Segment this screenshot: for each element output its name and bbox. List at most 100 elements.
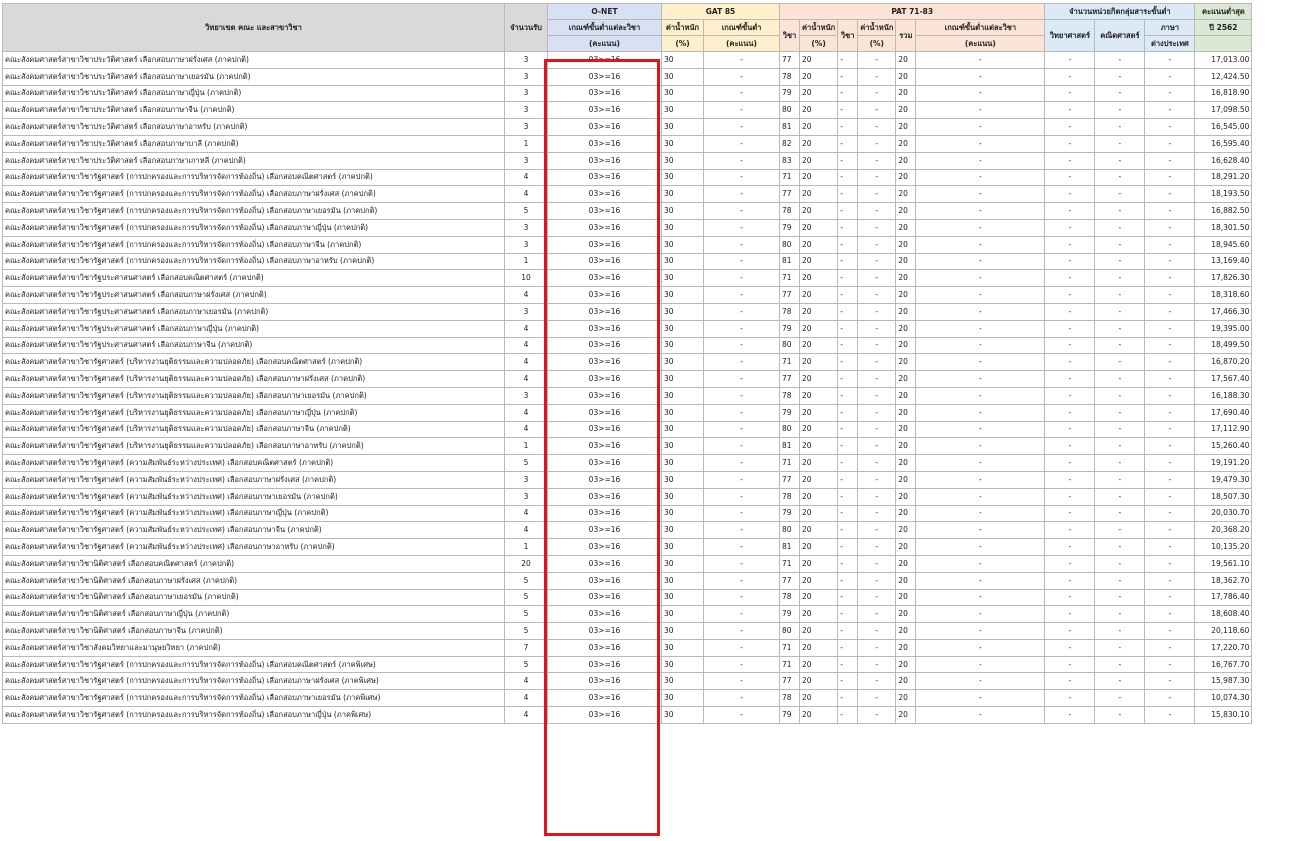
table-row: คณะสังคมศาสตร์สาขาวิชารัฐประศาสนศาสตร์ เ… <box>2 302 1253 321</box>
pat-subject-1-cell: 83 <box>779 151 800 170</box>
math-credits-cell: - <box>1094 689 1146 708</box>
pat-weight-2-cell: - <box>857 487 897 506</box>
foreign-lang-credits-cell: - <box>1144 370 1196 388</box>
pat-subject-1-cell: 82 <box>779 134 800 153</box>
gat-weight-cell: 30 <box>661 319 704 338</box>
pat-weight-1-cell: 20 <box>798 235 839 254</box>
foreign-lang-credits-cell: - <box>1144 252 1196 271</box>
pat-min-cell: - <box>915 218 1046 237</box>
header-pat: PAT 71-83 <box>778 3 1046 20</box>
onet-min-cell: 03>=16 <box>547 655 662 674</box>
science-credits-cell: - <box>1044 504 1096 523</box>
math-credits-cell: - <box>1094 67 1146 86</box>
gat-weight-cell: 30 <box>661 353 704 372</box>
pat-weight-1-cell: 20 <box>798 622 839 640</box>
science-credits-cell: - <box>1044 168 1096 187</box>
pat-weight-2-cell: - <box>857 101 897 120</box>
pat-subject-2-cell: - <box>837 420 859 439</box>
quota-cell: 4 <box>504 370 548 388</box>
foreign-lang-credits-cell: - <box>1144 134 1196 153</box>
pat-subject-1-cell: 71 <box>779 638 800 657</box>
pat-subject-2-cell: - <box>837 386 859 405</box>
onet-min-cell: 03>=16 <box>547 336 662 355</box>
gat-weight-cell: 30 <box>661 218 704 237</box>
pat-min-cell: - <box>915 151 1046 170</box>
pat-weight-2-cell: - <box>857 84 897 103</box>
pat-weight-2-cell: - <box>857 370 897 388</box>
gat-min-cell: - <box>703 437 780 456</box>
min-score-cell: 18,507.30 <box>1194 487 1253 506</box>
science-credits-cell: - <box>1044 67 1096 86</box>
gat-weight-cell: 30 <box>661 336 704 355</box>
quota-cell: 4 <box>504 672 548 691</box>
min-score-cell: 16,818.90 <box>1194 84 1253 103</box>
onet-min-cell: 03>=16 <box>547 151 662 170</box>
pat-weight-2-cell: - <box>857 319 897 338</box>
pat-subject-2-cell: - <box>837 185 859 204</box>
quota-cell: 5 <box>504 622 548 640</box>
pat-subject-1-cell: 78 <box>779 588 800 607</box>
pat-subject-2-cell: - <box>837 706 859 724</box>
onet-min-cell: 03>=16 <box>547 202 662 220</box>
math-credits-cell: - <box>1094 588 1146 607</box>
gat-weight-cell: 30 <box>661 605 704 624</box>
gat-weight-cell: 30 <box>661 51 704 69</box>
min-score-cell: 15,987.30 <box>1194 672 1253 691</box>
pat-weight-1-cell: 20 <box>798 521 839 540</box>
pat-weight-1-cell: 20 <box>798 538 839 556</box>
quota-cell: 3 <box>504 386 548 405</box>
program-name-cell: คณะสังคมศาสตร์สาขาวิชาสังคมวิทยาและมานุษ… <box>2 638 505 657</box>
min-score-cell: 17,690.40 <box>1194 403 1253 422</box>
onet-min-cell: 03>=16 <box>547 101 662 120</box>
gat-weight-cell: 30 <box>661 538 704 556</box>
min-score-cell: 17,220.70 <box>1194 638 1253 657</box>
quota-cell: 5 <box>504 605 548 624</box>
pat-total-cell: 20 <box>895 51 917 69</box>
header-foreign-lang-1: ภาษา <box>1144 19 1196 36</box>
gat-weight-cell: 30 <box>661 118 704 136</box>
foreign-lang-credits-cell: - <box>1144 353 1196 372</box>
pat-total-cell: 20 <box>895 269 917 288</box>
pat-subject-2-cell: - <box>837 689 859 708</box>
program-name-cell: คณะสังคมศาสตร์สาขาวิชาประวัติศาสตร์ เลือ… <box>2 151 505 170</box>
pat-weight-2-cell: - <box>857 235 897 254</box>
pat-total-cell: 20 <box>895 487 917 506</box>
foreign-lang-credits-cell: - <box>1144 84 1196 103</box>
pat-min-cell: - <box>915 655 1046 674</box>
pat-subject-2-cell: - <box>837 286 859 304</box>
table-row: คณะสังคมศาสตร์สาขาวิชารัฐศาสตร์ (การปกคร… <box>2 235 1253 254</box>
onet-min-cell: 03>=16 <box>547 370 662 388</box>
header-gat: GAT 85 <box>661 3 780 20</box>
science-credits-cell: - <box>1044 470 1096 489</box>
math-credits-cell: - <box>1094 487 1146 506</box>
pat-min-cell: - <box>915 353 1046 372</box>
pat-weight-1-cell: 20 <box>798 605 839 624</box>
gat-weight-cell: 30 <box>661 571 704 590</box>
program-name-cell: คณะสังคมศาสตร์สาขาวิชานิติศาสตร์ เลือกสอ… <box>2 571 505 590</box>
math-credits-cell: - <box>1094 336 1146 355</box>
math-credits-cell: - <box>1094 655 1146 674</box>
gat-min-cell: - <box>703 487 780 506</box>
pat-total-cell: 20 <box>895 470 917 489</box>
pat-subject-1-cell: 78 <box>779 67 800 86</box>
pat-subject-1-cell: 78 <box>779 487 800 506</box>
foreign-lang-credits-cell: - <box>1144 638 1196 657</box>
pat-subject-1-cell: 71 <box>779 655 800 674</box>
gat-min-cell: - <box>703 605 780 624</box>
gat-weight-cell: 30 <box>661 134 704 153</box>
table-row: คณะสังคมศาสตร์สาขาวิชารัฐประศาสนศาสตร์ เ… <box>2 319 1253 338</box>
program-name-cell: คณะสังคมศาสตร์สาขาวิชาประวัติศาสตร์ เลือ… <box>2 118 505 136</box>
pat-total-cell: 20 <box>895 655 917 674</box>
onet-min-cell: 03>=16 <box>547 706 662 724</box>
gat-weight-cell: 30 <box>661 521 704 540</box>
pat-min-cell: - <box>915 638 1046 657</box>
math-credits-cell: - <box>1094 218 1146 237</box>
header-pat-weight-2: ค่าน้ำหนัก <box>857 19 897 36</box>
pat-min-cell: - <box>915 454 1046 472</box>
pat-subject-2-cell: - <box>837 84 859 103</box>
gat-min-cell: - <box>703 638 780 657</box>
pat-total-cell: 20 <box>895 638 917 657</box>
quota-cell: 1 <box>504 134 548 153</box>
pat-subject-1-cell: 79 <box>779 84 800 103</box>
gat-min-cell: - <box>703 403 780 422</box>
